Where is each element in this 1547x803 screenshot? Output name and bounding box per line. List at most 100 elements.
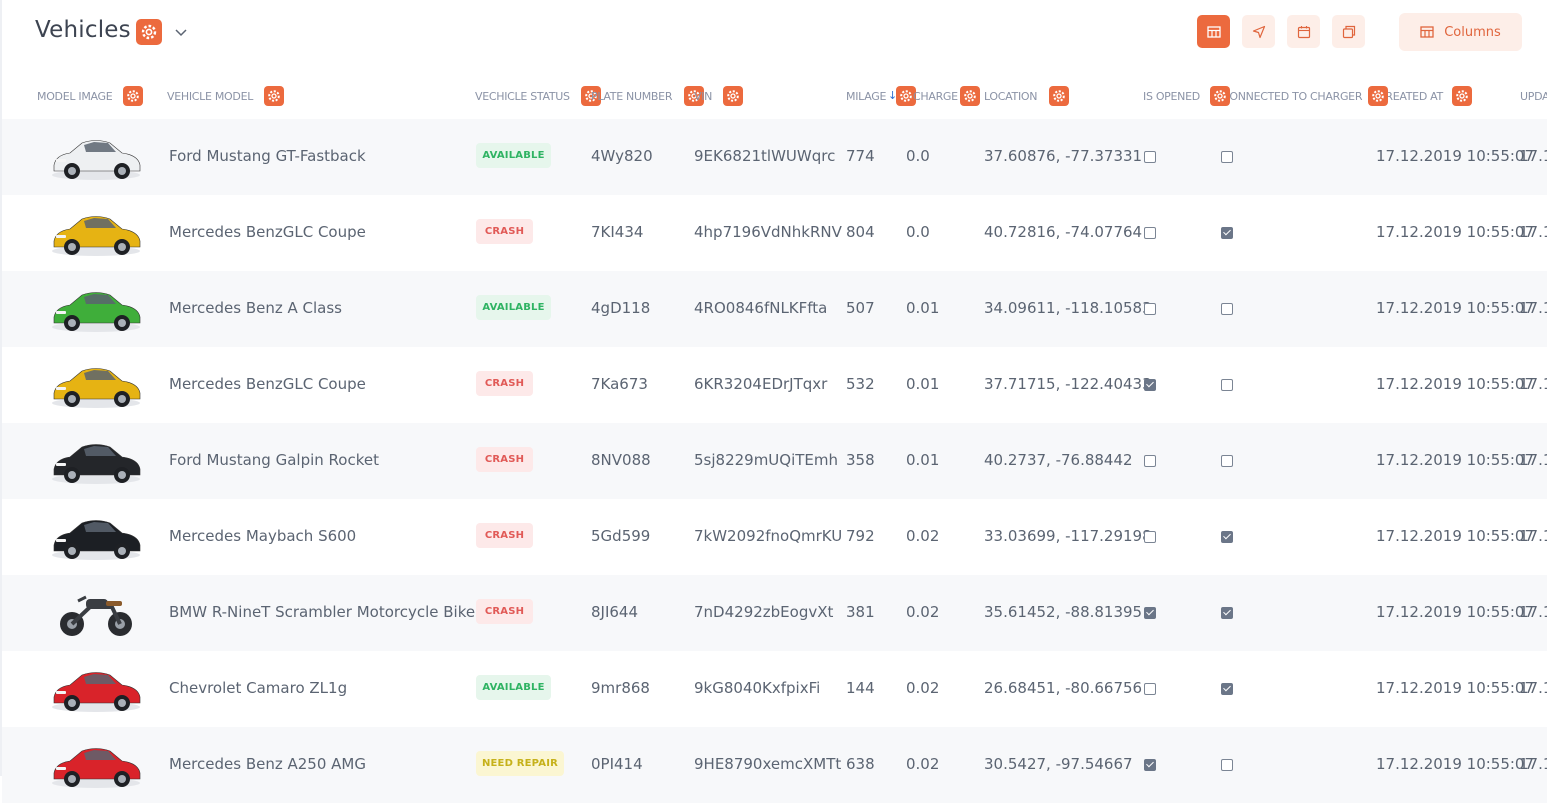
- column-header-connected-to-charger[interactable]: CONNECTED TO CHARGER: [1222, 90, 1362, 103]
- table-row[interactable]: Ford Mustang GT-Fastback AVAILABLE 4Wy820 9…: [2, 119, 1547, 195]
- column-settings-gear-icon[interactable]: [1210, 86, 1230, 106]
- milage-cell: 638: [846, 755, 875, 773]
- columns-button[interactable]: Columns: [1399, 13, 1522, 51]
- connected-to-charger-checkbox[interactable]: [1221, 531, 1233, 543]
- is-opened-checkbox[interactable]: [1144, 151, 1156, 163]
- location-cell: 35.61452, -88.81395: [984, 603, 1143, 621]
- updated-at-cell: 17.10: [1519, 147, 1547, 165]
- table-row[interactable]: Ford Mustang Galpin Rocket CRASH 8NV088 5sj…: [2, 423, 1547, 499]
- plate-number-cell: 8NV088: [591, 451, 651, 469]
- column-settings-gear-icon[interactable]: [1049, 86, 1069, 106]
- plate-number-cell: 8JI644: [591, 603, 639, 621]
- milage-cell: 804: [846, 223, 875, 241]
- table-row[interactable]: Mercedes Benz A Class AVAILABLE 4gD118 4RO0…: [2, 271, 1547, 347]
- windows-button[interactable]: [1332, 15, 1365, 48]
- charge-cell: 0.02: [906, 679, 940, 697]
- created-at-cell: 17.12.2019 10:55:07: [1376, 527, 1535, 545]
- column-header-updated-at[interactable]: UPDA: [1520, 90, 1547, 103]
- vin-cell: 4hp7196VdNhkRNV: [694, 223, 842, 241]
- status-badge: NEED REPAIR: [476, 751, 564, 776]
- column-header-charge[interactable]: CHARGE: [913, 90, 958, 103]
- is-opened-checkbox[interactable]: [1144, 531, 1156, 543]
- updated-at-cell: 17.10: [1519, 755, 1547, 773]
- gear-icon[interactable]: [136, 19, 162, 45]
- column-header-is-opened[interactable]: IS OPENED: [1143, 90, 1200, 103]
- created-at-cell: 17.12.2019 10:55:07: [1376, 679, 1535, 697]
- charge-cell: 0.0: [906, 223, 930, 241]
- updated-at-cell: 17.10: [1519, 299, 1547, 317]
- connected-to-charger-checkbox[interactable]: [1221, 455, 1233, 467]
- table-view-icon: [1206, 25, 1221, 38]
- updated-at-cell: 17.10: [1519, 527, 1547, 545]
- location-cell: 40.2737, -76.88442: [984, 451, 1133, 469]
- vin-cell: 9kG8040KxfpixFi: [694, 679, 821, 697]
- connected-to-charger-checkbox[interactable]: [1221, 303, 1233, 315]
- column-header-milage[interactable]: MILAGE: [846, 90, 886, 103]
- is-opened-checkbox[interactable]: [1144, 379, 1156, 391]
- vehicle-image: [48, 587, 144, 639]
- connected-to-charger-checkbox[interactable]: [1221, 607, 1233, 619]
- send-button[interactable]: [1242, 15, 1275, 48]
- vehicle-image: [48, 131, 144, 183]
- milage-cell: 144: [846, 679, 875, 697]
- vehicle-model-cell: Ford Mustang Galpin Rocket: [169, 451, 379, 469]
- column-header-plate-number[interactable]: PLATE NUMBER: [591, 90, 672, 103]
- milage-cell: 792: [846, 527, 875, 545]
- milage-cell: 358: [846, 451, 875, 469]
- column-settings-gear-icon[interactable]: [264, 86, 284, 106]
- is-opened-checkbox[interactable]: [1144, 607, 1156, 619]
- table-row[interactable]: Mercedes BenzGLC Coupe CRASH 7KI434 4hp7196…: [2, 195, 1547, 271]
- sort-arrow-icon[interactable]: ↓: [888, 89, 897, 102]
- created-at-cell: 17.12.2019 10:55:07: [1376, 223, 1535, 241]
- charge-cell: 0.02: [906, 603, 940, 621]
- updated-at-cell: 17.10: [1519, 679, 1547, 697]
- is-opened-checkbox[interactable]: [1144, 759, 1156, 771]
- calendar-button[interactable]: [1287, 15, 1320, 48]
- status-badge: CRASH: [476, 447, 533, 472]
- column-settings-gear-icon[interactable]: [723, 86, 743, 106]
- updated-at-cell: 17.10: [1519, 451, 1547, 469]
- vehicle-image: [48, 511, 144, 563]
- table-row[interactable]: Chevrolet Camaro ZL1g AVAILABLE 9mr868 9kG8…: [2, 651, 1547, 727]
- page-title: Vehicles: [35, 17, 131, 43]
- column-settings-gear-icon[interactable]: [1368, 86, 1388, 106]
- updated-at-cell: 17.10: [1519, 603, 1547, 621]
- vehicle-model-cell: Mercedes BenzGLC Coupe: [169, 375, 366, 393]
- location-cell: 33.03699, -117.29198: [984, 527, 1152, 545]
- table-view-button[interactable]: [1197, 15, 1230, 48]
- column-header-model-image[interactable]: MODEL IMAGE: [37, 90, 113, 103]
- table-row[interactable]: Mercedes Maybach S600 CRASH 5Gd599 7kW2092f…: [2, 499, 1547, 575]
- vehicle-image: [48, 359, 144, 411]
- is-opened-checkbox[interactable]: [1144, 227, 1156, 239]
- updated-at-cell: 17.10: [1519, 375, 1547, 393]
- connected-to-charger-checkbox[interactable]: [1221, 151, 1233, 163]
- table-row[interactable]: Mercedes Benz A250 AMG NEED REPAIR 0PI414 9…: [2, 727, 1547, 803]
- column-header-vehicle-status[interactable]: VECHICLE STATUS: [475, 90, 570, 103]
- status-badge: CRASH: [476, 219, 533, 244]
- table-row[interactable]: BMW R-NineT Scrambler Motorcycle Bike CRA…: [2, 575, 1547, 651]
- table-row[interactable]: Mercedes BenzGLC Coupe CRASH 7Ka673 6KR3204…: [2, 347, 1547, 423]
- vin-cell: 6KR3204EDrJTqxr: [694, 375, 828, 393]
- chevron-down-icon[interactable]: [174, 25, 188, 39]
- connected-to-charger-checkbox[interactable]: [1221, 379, 1233, 391]
- vin-cell: 5sj8229mUQiTEmh: [694, 451, 839, 469]
- connected-to-charger-checkbox[interactable]: [1221, 227, 1233, 239]
- charge-cell: 0.01: [906, 375, 940, 393]
- is-opened-checkbox[interactable]: [1144, 303, 1156, 315]
- charge-cell: 0.01: [906, 451, 940, 469]
- vehicle-image: [48, 663, 144, 715]
- column-settings-gear-icon[interactable]: [1452, 86, 1472, 106]
- status-badge: CRASH: [476, 523, 533, 548]
- column-header-vehicle-model[interactable]: VEHICLE MODEL: [167, 90, 253, 103]
- created-at-cell: 17.12.2019 10:55:07: [1376, 451, 1535, 469]
- is-opened-checkbox[interactable]: [1144, 455, 1156, 467]
- plate-number-cell: 4Wy820: [591, 147, 653, 165]
- column-settings-gear-icon[interactable]: [960, 86, 980, 106]
- connected-to-charger-checkbox[interactable]: [1221, 683, 1233, 695]
- location-cell: 37.60876, -77.37331: [984, 147, 1143, 165]
- is-opened-checkbox[interactable]: [1144, 683, 1156, 695]
- column-header-location[interactable]: LOCATION: [984, 90, 1038, 103]
- column-header-vin[interactable]: VIN: [694, 90, 712, 103]
- connected-to-charger-checkbox[interactable]: [1221, 759, 1233, 771]
- column-settings-gear-icon[interactable]: [123, 86, 143, 106]
